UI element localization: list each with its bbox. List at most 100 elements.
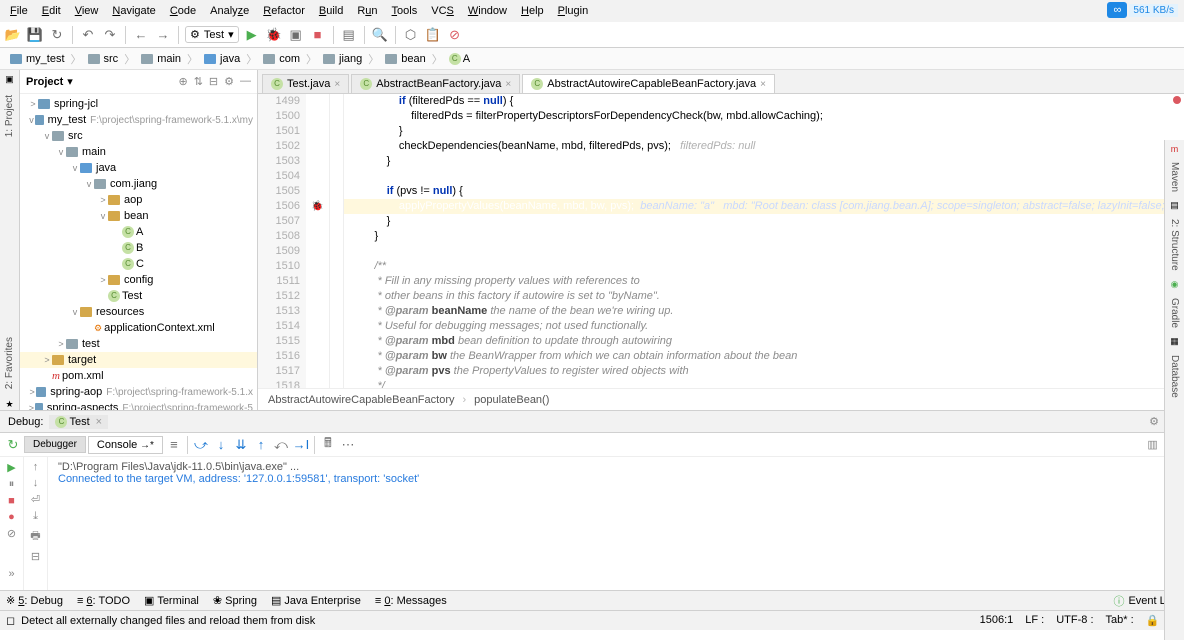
tab-terminal[interactable]: ▣ Terminal: [144, 594, 199, 607]
tab-java-enterprise[interactable]: ▤ Java Enterprise: [271, 594, 361, 607]
breadcrumb-bean[interactable]: bean: [381, 52, 429, 66]
tab-6-todo[interactable]: ≡ 6: TODO: [77, 595, 130, 607]
menu-plugin[interactable]: Plugin: [552, 3, 595, 19]
menu-view[interactable]: View: [69, 3, 105, 19]
tree-item-test[interactable]: >test: [20, 336, 257, 352]
back-icon[interactable]: ←: [132, 26, 150, 44]
clear-icon[interactable]: ⊟: [31, 550, 40, 563]
breadcrumb-my_test[interactable]: my_test: [6, 52, 69, 66]
tree-item-aop[interactable]: >aop: [20, 192, 257, 208]
tree-item-com.jiang[interactable]: vcom.jiang: [20, 176, 257, 192]
lock-icon[interactable]: 🔒: [1146, 614, 1160, 627]
editor-tab-Test.java[interactable]: CTest.java×: [262, 74, 349, 93]
tab-database[interactable]: Database: [1168, 351, 1181, 402]
bp-icon[interactable]: ●: [8, 511, 15, 523]
crumb-class[interactable]: AbstractAutowireCapableBeanFactory: [268, 394, 454, 406]
tab-1-project[interactable]: 1: Project: [3, 91, 16, 141]
layout-icon2[interactable]: ▥: [1147, 438, 1157, 451]
run-config-selector[interactable]: ⚙ Test ▾: [185, 26, 239, 43]
code-text[interactable]: if (filteredPds == null) { filteredPds =…: [344, 94, 1184, 388]
menu-refactor[interactable]: Refactor: [257, 3, 311, 19]
fold-margin[interactable]: [330, 94, 344, 388]
mute-icon[interactable]: ⊘: [7, 527, 16, 540]
print-icon[interactable]: 🖶: [30, 527, 40, 546]
menu-code[interactable]: Code: [164, 3, 202, 19]
frames-icon[interactable]: ≡: [165, 436, 183, 454]
undo-icon[interactable]: ↶: [79, 26, 97, 44]
step-over-icon[interactable]: ⤻: [192, 436, 210, 454]
force-step-icon[interactable]: ⇊: [232, 436, 250, 454]
encoding[interactable]: UTF-8 :: [1056, 614, 1093, 627]
tab-console[interactable]: Console →*: [88, 436, 163, 454]
menu-navigate[interactable]: Navigate: [106, 3, 161, 19]
drop-frame-icon[interactable]: ⤺: [272, 436, 290, 454]
breadcrumb-A[interactable]: C A: [445, 52, 474, 66]
save-icon[interactable]: 💾: [26, 26, 44, 44]
menu-help[interactable]: Help: [515, 3, 550, 19]
debug-icon[interactable]: 🐞: [265, 26, 283, 44]
up-icon[interactable]: ↑: [33, 461, 39, 473]
breadcrumb-jiang[interactable]: jiang: [319, 52, 366, 66]
deny-icon[interactable]: ⊘: [446, 26, 464, 44]
stop-icon2[interactable]: ■: [8, 495, 15, 507]
favorites-icon[interactable]: ★: [5, 399, 13, 410]
menu-window[interactable]: Window: [462, 3, 513, 19]
editor-tab-AbstractAutowireCapableBeanFactory.java[interactable]: CAbstractAutowireCapableBeanFactory.java…: [522, 74, 775, 93]
tab-maven[interactable]: Maven: [1168, 158, 1181, 196]
run-to-cursor-icon[interactable]: →I: [292, 436, 310, 454]
tree-item-java[interactable]: vjava: [20, 160, 257, 176]
code-editor[interactable]: 1499150015011502150315041505150615071508…: [258, 94, 1184, 388]
structure-icon2[interactable]: ▤: [1170, 200, 1179, 211]
project-tab-icon[interactable]: ▣: [5, 74, 14, 85]
tree-item-my_test[interactable]: vmy_testF:\project\spring-framework-5.1.…: [20, 112, 257, 128]
more-icon2[interactable]: »: [2, 562, 20, 586]
tree-item-C[interactable]: CC: [20, 256, 257, 272]
rerun-icon[interactable]: ↻: [4, 436, 22, 454]
crumb-method[interactable]: populateBean(): [474, 394, 549, 406]
down-icon[interactable]: ↓: [33, 477, 39, 489]
tab-debugger[interactable]: Debugger: [24, 436, 86, 453]
breadcrumb-java[interactable]: java: [200, 52, 244, 66]
trash-icon[interactable]: 📋: [424, 26, 442, 44]
coverage-icon[interactable]: ▣: [287, 26, 305, 44]
tree-item-pom.xml[interactable]: mpom.xml: [20, 368, 257, 384]
project-header-label[interactable]: Project: [26, 76, 63, 88]
gear-icon[interactable]: ⚙: [224, 75, 234, 88]
tab-5-debug[interactable]: ※ 5: Debug: [6, 594, 63, 607]
open-icon[interactable]: 📂: [4, 26, 22, 44]
menu-file[interactable]: File: [4, 3, 34, 19]
menu-run[interactable]: Run: [351, 3, 383, 19]
download-indicator[interactable]: ∞ 561 KB/s: [1107, 2, 1178, 18]
resume-icon[interactable]: ▶: [7, 461, 15, 474]
tree-item-bean[interactable]: vbean: [20, 208, 257, 224]
menu-analyze[interactable]: Analyze: [204, 3, 255, 19]
caret-position[interactable]: 1506:1: [980, 614, 1014, 627]
tab-spring[interactable]: ❀ Spring: [213, 594, 257, 607]
breadcrumb-main[interactable]: main: [137, 52, 185, 66]
scroll-icon[interactable]: ⤓: [33, 510, 38, 523]
tree-item-Test[interactable]: CTest: [20, 288, 257, 304]
collapse-icon[interactable]: ⊟: [209, 75, 218, 88]
wrap-icon[interactable]: ⏎: [31, 493, 40, 506]
editor-tab-AbstractBeanFactory.java[interactable]: CAbstractBeanFactory.java×: [351, 74, 520, 93]
hide-icon[interactable]: —: [240, 75, 251, 88]
tree-item-applicationContext.xml[interactable]: ⚙applicationContext.xml: [20, 320, 257, 336]
structure-icon[interactable]: ⬡: [402, 26, 420, 44]
console-output[interactable]: "D:\Program Files\Java\jdk-11.0.5\bin\ja…: [48, 457, 1184, 590]
tree-item-main[interactable]: vmain: [20, 144, 257, 160]
menu-edit[interactable]: Edit: [36, 3, 67, 19]
error-stripe-icon[interactable]: [1173, 96, 1181, 104]
target-icon[interactable]: ⊕: [178, 75, 187, 88]
indent[interactable]: Tab* :: [1106, 614, 1134, 627]
tree-item-resources[interactable]: vresources: [20, 304, 257, 320]
tab-gradle[interactable]: Gradle: [1168, 294, 1181, 332]
step-into-icon[interactable]: ↓: [212, 436, 230, 454]
tree-item-spring-aspects[interactable]: >spring-aspectsF:\project\spring-framewo…: [20, 400, 257, 410]
tab-2-favorites[interactable]: 2: Favorites: [3, 333, 16, 393]
debug-run-tab[interactable]: CTest×: [49, 415, 108, 429]
tab-structure[interactable]: 2: Structure: [1168, 215, 1181, 275]
tab-0-messages[interactable]: ≡ 0: Messages: [375, 595, 447, 607]
layout-icon[interactable]: ▤: [340, 26, 358, 44]
breadcrumb-src[interactable]: src: [84, 52, 123, 66]
redo-icon[interactable]: ↷: [101, 26, 119, 44]
